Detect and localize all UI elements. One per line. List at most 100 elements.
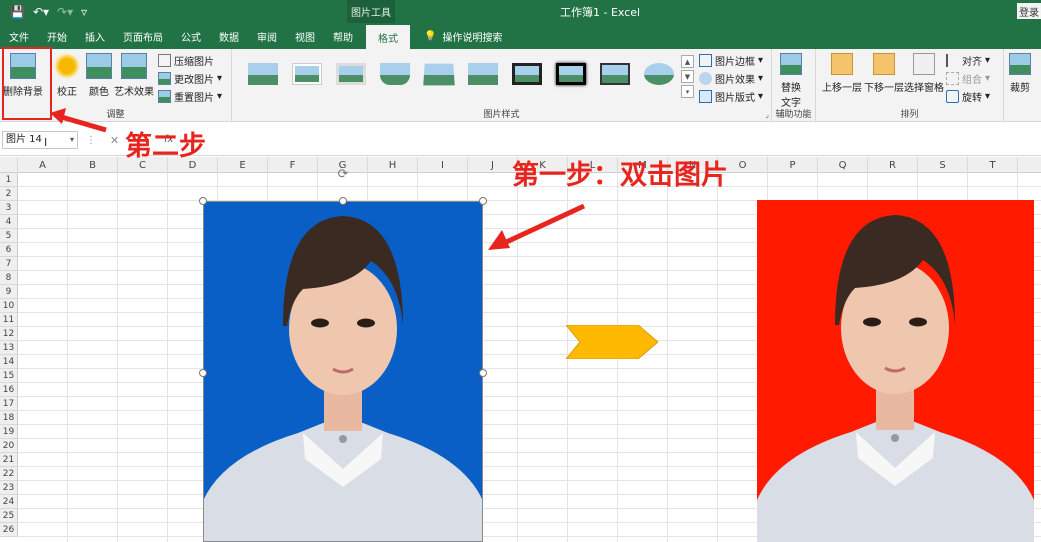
rotate-handle-icon[interactable]: ⟳ bbox=[336, 168, 350, 182]
login-button[interactable]: 登录 bbox=[1017, 3, 1041, 19]
row-header[interactable]: 4 bbox=[0, 215, 18, 229]
alt-text-button[interactable]: 替换 文字 bbox=[780, 53, 802, 109]
gallery-down-icon[interactable]: ▼ bbox=[681, 70, 694, 83]
group-button[interactable]: 组合 ▾ bbox=[946, 71, 990, 86]
compress-pictures-button[interactable]: 压缩图片 bbox=[158, 53, 214, 68]
col-header[interactable]: Q bbox=[818, 157, 868, 173]
crop-button[interactable]: 裁剪 bbox=[1009, 53, 1031, 94]
row-header[interactable]: 6 bbox=[0, 243, 18, 257]
customize-qat-icon[interactable]: ▿ bbox=[81, 5, 87, 19]
picture-style-thumb[interactable] bbox=[600, 63, 630, 85]
resize-handle[interactable] bbox=[339, 197, 347, 205]
row-header[interactable]: 1 bbox=[0, 173, 18, 187]
row-header[interactable]: 26 bbox=[0, 523, 18, 537]
row-header[interactable]: 10 bbox=[0, 299, 18, 313]
tab-view[interactable]: 视图 bbox=[286, 23, 324, 49]
picture-layout-button[interactable]: 图片版式 ▾ bbox=[699, 89, 763, 104]
col-header[interactable]: B bbox=[68, 157, 118, 173]
bring-forward-button[interactable]: 上移一层 bbox=[822, 53, 862, 94]
row-header[interactable]: 24 bbox=[0, 495, 18, 509]
picture-style-thumb[interactable] bbox=[468, 63, 498, 85]
gallery-more-icon[interactable]: ▾ bbox=[681, 85, 694, 98]
row-header[interactable]: 20 bbox=[0, 439, 18, 453]
selection-pane-button[interactable]: 选择窗格 bbox=[904, 53, 944, 94]
row-header[interactable]: 19 bbox=[0, 425, 18, 439]
redo-icon[interactable]: ↷▾ bbox=[57, 5, 73, 19]
picture-style-thumb[interactable] bbox=[644, 63, 674, 85]
row-header[interactable]: 18 bbox=[0, 411, 18, 425]
col-header[interactable]: S bbox=[918, 157, 968, 173]
row-header[interactable]: 3 bbox=[0, 201, 18, 215]
col-header[interactable]: T bbox=[968, 157, 1018, 173]
col-header[interactable]: I bbox=[418, 157, 468, 173]
tab-help[interactable]: 帮助 bbox=[324, 23, 362, 49]
resize-handle[interactable] bbox=[199, 197, 207, 205]
picture-style-thumb[interactable] bbox=[292, 63, 322, 85]
quick-access-toolbar: 💾 ↶▾ ↷▾ ▿ bbox=[0, 5, 87, 19]
reset-picture-button[interactable]: 重置图片 ▾ bbox=[158, 89, 222, 104]
tab-review[interactable]: 审阅 bbox=[248, 23, 286, 49]
col-header[interactable]: P bbox=[768, 157, 818, 173]
align-icon bbox=[946, 54, 959, 67]
picture-style-thumb[interactable] bbox=[423, 63, 455, 86]
col-header[interactable]: R bbox=[868, 157, 918, 173]
tab-data[interactable]: 数据 bbox=[210, 23, 248, 49]
col-header[interactable]: A bbox=[18, 157, 68, 173]
send-backward-button[interactable]: 下移一层 bbox=[864, 53, 904, 94]
tab-page-layout[interactable]: 页面布局 bbox=[114, 23, 172, 49]
row-header[interactable]: 15 bbox=[0, 369, 18, 383]
row-header[interactable]: 21 bbox=[0, 453, 18, 467]
change-picture-button[interactable]: 更改图片 ▾ bbox=[158, 71, 222, 86]
picture-style-thumb[interactable] bbox=[556, 63, 586, 85]
picture-style-thumb[interactable] bbox=[336, 63, 366, 85]
tab-formulas[interactable]: 公式 bbox=[172, 23, 210, 49]
photo-blue-background[interactable] bbox=[203, 201, 483, 542]
row-header[interactable]: 13 bbox=[0, 341, 18, 355]
col-header[interactable]: E bbox=[218, 157, 268, 173]
red-arrow-icon bbox=[50, 108, 107, 133]
row-header[interactable]: 5 bbox=[0, 229, 18, 243]
corrections-button[interactable]: 校正 bbox=[54, 53, 80, 98]
chevron-arrow-shape[interactable] bbox=[566, 325, 658, 359]
row-header[interactable]: 17 bbox=[0, 397, 18, 411]
color-button[interactable]: 颜色 bbox=[86, 53, 112, 98]
artistic-effects-button[interactable]: 艺术效果 bbox=[114, 53, 154, 98]
resize-handle[interactable] bbox=[479, 369, 487, 377]
undo-icon[interactable]: ↶▾ bbox=[33, 5, 49, 19]
col-header[interactable]: H bbox=[368, 157, 418, 173]
row-header[interactable]: 14 bbox=[0, 355, 18, 369]
gallery-up-icon[interactable]: ▲ bbox=[681, 55, 694, 68]
select-all-corner[interactable] bbox=[0, 157, 18, 173]
row-header[interactable]: 8 bbox=[0, 271, 18, 285]
picture-style-thumb[interactable] bbox=[248, 63, 278, 85]
dialog-launcher-icon[interactable]: ⌟ bbox=[765, 110, 769, 119]
picture-style-thumb[interactable] bbox=[380, 63, 410, 85]
group-icon bbox=[946, 72, 959, 85]
picture-style-thumb[interactable] bbox=[512, 63, 542, 85]
row-header[interactable]: 7 bbox=[0, 257, 18, 271]
align-button[interactable]: 对齐 ▾ bbox=[946, 53, 990, 68]
save-icon[interactable]: 💾 bbox=[10, 5, 25, 19]
rotate-button[interactable]: 旋转 ▾ bbox=[946, 89, 990, 104]
row-header[interactable]: 9 bbox=[0, 285, 18, 299]
row-header[interactable]: 12 bbox=[0, 327, 18, 341]
col-header[interactable]: J bbox=[468, 157, 518, 173]
picture-effects-button[interactable]: 图片效果 ▾ bbox=[699, 71, 763, 86]
row-header[interactable]: 2 bbox=[0, 187, 18, 201]
row-header[interactable]: 22 bbox=[0, 467, 18, 481]
photo-red-background[interactable] bbox=[757, 200, 1034, 542]
resize-handle[interactable] bbox=[199, 369, 207, 377]
picture-border-button[interactable]: 图片边框 ▾ bbox=[699, 53, 763, 68]
tab-file[interactable]: 文件 bbox=[0, 23, 38, 49]
row-header[interactable]: 11 bbox=[0, 313, 18, 327]
resize-handle[interactable] bbox=[479, 197, 487, 205]
row-header[interactable]: 16 bbox=[0, 383, 18, 397]
row-header[interactable]: 25 bbox=[0, 509, 18, 523]
tell-me-search[interactable]: 💡 操作说明搜索 bbox=[410, 23, 502, 49]
tab-format[interactable]: 格式 bbox=[366, 25, 410, 49]
col-header[interactable]: F bbox=[268, 157, 318, 173]
tab-home[interactable]: 开始 bbox=[38, 23, 76, 49]
cancel-icon[interactable]: ✕ bbox=[110, 134, 119, 147]
row-header[interactable]: 23 bbox=[0, 481, 18, 495]
tab-insert[interactable]: 插入 bbox=[76, 23, 114, 49]
